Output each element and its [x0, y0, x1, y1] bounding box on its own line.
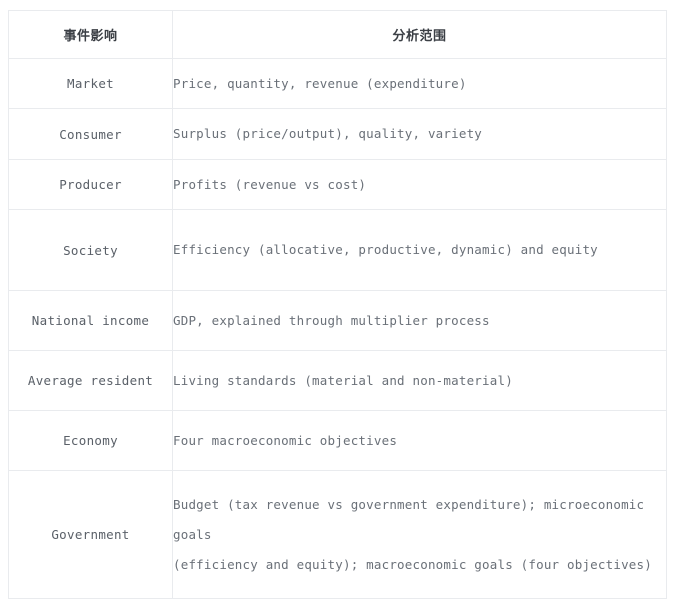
cell-scope: Efficiency (allocative, productive, dyna… [172, 209, 667, 291]
cell-scope-line: Price, quantity, revenue (expenditure) [173, 75, 467, 91]
impact-scope-table-container: 事件影响 分析范围 Market Price, quantity, revenu… [8, 10, 667, 599]
table-row: National income GDP, explained through m… [8, 290, 667, 351]
table-row: Average resident Living standards (mater… [8, 350, 667, 411]
cell-scope-line: Surplus (price/output), quality, variety [173, 126, 483, 141]
table-row: Society Efficiency (allocative, producti… [8, 209, 667, 291]
cell-scope-line: Budget (tax revenue vs government expend… [173, 496, 645, 542]
cell-impact: Society [8, 209, 173, 291]
table-row: Market Price, quantity, revenue (expendi… [8, 58, 667, 109]
impact-scope-table: 事件影响 分析范围 Market Price, quantity, revenu… [8, 10, 667, 599]
table-row: Consumer Surplus (price/output), quality… [8, 108, 667, 160]
cell-scope: Surplus (price/output), quality, variety [172, 108, 667, 160]
cell-scope: Profits (revenue vs cost) [172, 159, 667, 210]
cell-impact: Economy [8, 410, 173, 471]
table-header: 事件影响 分析范围 [8, 10, 667, 59]
table-row: Economy Four macroeconomic objectives [8, 410, 667, 471]
column-header-scope: 分析范围 [172, 10, 667, 59]
cell-scope-line: (efficiency and equity); macroeconomic g… [173, 556, 652, 572]
cell-impact: Government [8, 470, 173, 599]
cell-scope: Four macroeconomic objectives [172, 410, 667, 471]
cell-scope-line: Efficiency (allocative, productive, dyna… [173, 242, 598, 257]
cell-impact: Market [8, 58, 173, 109]
cell-scope: Price, quantity, revenue (expenditure) [172, 58, 667, 109]
table-row: Government Budget (tax revenue vs govern… [8, 470, 667, 599]
cell-scope-line: GDP, explained through multiplier proces… [173, 312, 490, 328]
cell-impact: Average resident [8, 350, 173, 411]
cell-impact: Consumer [8, 108, 173, 160]
column-header-impact: 事件影响 [8, 10, 173, 59]
table-body: Market Price, quantity, revenue (expendi… [8, 58, 667, 599]
table-row: Producer Profits (revenue vs cost) [8, 159, 667, 210]
table-header-row: 事件影响 分析范围 [8, 10, 667, 59]
cell-scope: Living standards (material and non-mater… [172, 350, 667, 411]
cell-impact: Producer [8, 159, 173, 210]
cell-scope-line: Profits (revenue vs cost) [173, 176, 367, 192]
cell-scope: GDP, explained through multiplier proces… [172, 290, 667, 351]
cell-scope-line: Four macroeconomic objectives [173, 432, 398, 448]
cell-scope-line: Living standards (material and non-mater… [173, 372, 513, 388]
cell-scope: Budget (tax revenue vs government expend… [172, 470, 667, 599]
cell-impact: National income [8, 290, 173, 351]
